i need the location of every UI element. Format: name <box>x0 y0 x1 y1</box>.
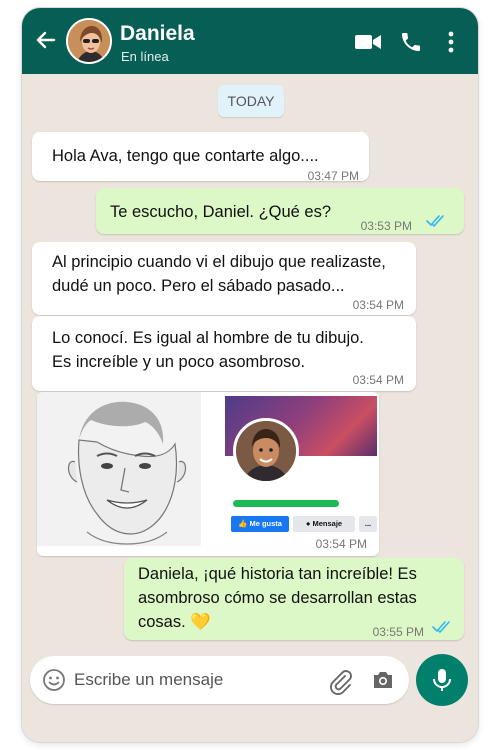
contact-name[interactable]: Daniela <box>120 22 195 46</box>
emoji-icon[interactable] <box>42 668 66 692</box>
message-text: Hola Ava, tengo que contarte algo.... <box>52 144 319 168</box>
message-time: 03:53 PM <box>360 219 412 233</box>
back-arrow-icon[interactable] <box>34 28 58 52</box>
message-time: 03:47 PM <box>307 169 359 183</box>
microphone-icon <box>433 669 451 691</box>
messenger-icon: ● <box>305 519 313 528</box>
outgoing-message[interactable]: Daniela, ¡qué historia tan increíble! Es… <box>124 558 464 640</box>
contact-status: En línea <box>121 49 169 64</box>
profile-progress-bar <box>233 500 339 507</box>
incoming-message[interactable]: Lo conocí. Es igual al hombre de tu dibu… <box>32 316 416 391</box>
message-button[interactable]: ● Mensaje <box>293 516 355 532</box>
video-call-icon[interactable] <box>354 30 382 54</box>
double-check-icon <box>426 215 444 227</box>
message-line: Lo conocí. Es igual al hombre de tu dibu… <box>52 329 364 347</box>
message-line: Es increíble y un poco asombroso. <box>52 353 306 371</box>
message-input[interactable]: Escribe un mensaje <box>74 670 223 690</box>
date-divider: TODAY <box>218 85 284 117</box>
message-line: Daniela, ¡qué historia tan increíble! Es <box>138 565 417 583</box>
phone-icon[interactable] <box>399 30 423 54</box>
like-button[interactable]: 👍 Me gusta <box>231 516 289 532</box>
profile-screenshot[interactable]: 👍 Me gusta ● Mensaje ... <box>225 396 377 532</box>
message-composer[interactable]: Escribe un mensaje <box>30 656 409 704</box>
more-options-icon[interactable] <box>446 30 456 54</box>
message-line-text: cosas. <box>138 613 186 631</box>
message-line: asombroso cómo se desarrollan estas <box>138 589 417 607</box>
contact-avatar[interactable] <box>66 18 112 64</box>
yellow-heart-emoji: 💛 <box>190 613 211 631</box>
chat-header: Daniela En línea <box>22 8 478 74</box>
message-time: 03:55 PM <box>372 625 424 639</box>
image-message[interactable]: 👍 Me gusta ● Mensaje ... 03:54 PM <box>37 392 379 556</box>
pencil-sketch-image[interactable] <box>37 392 201 546</box>
message-time: 03:54 PM <box>352 373 404 387</box>
message-text: Al principio cuando vi el dibujo que rea… <box>52 250 386 298</box>
camera-icon[interactable] <box>371 668 395 692</box>
thumbs-up-icon: 👍 <box>238 519 250 528</box>
message-line: Hola Ava, tengo que contarte algo.... <box>52 147 319 165</box>
incoming-message[interactable]: Hola Ava, tengo que contarte algo.... 03… <box>32 132 369 183</box>
profile-photo <box>233 418 299 484</box>
incoming-message[interactable]: Al principio cuando vi el dibujo que rea… <box>32 242 416 315</box>
message-button-label: Mensaje <box>312 519 343 528</box>
like-button-label: Me gusta <box>249 519 282 528</box>
message-line: Al principio cuando vi el dibujo que rea… <box>52 253 386 271</box>
message-time: 03:54 PM <box>352 298 404 312</box>
chat-screen: Daniela En línea TODAY Hola Ava, tengo q… <box>22 8 478 742</box>
message-time: 03:54 PM <box>315 537 367 551</box>
message-text: Lo conocí. Es igual al hombre de tu dibu… <box>52 326 364 374</box>
outgoing-message[interactable]: Te escucho, Daniel. ¿Qué es? 03:53 PM <box>96 188 464 234</box>
message-line: dudé un poco. Pero el sábado pasado... <box>52 277 345 295</box>
profile-more-button[interactable]: ... <box>359 516 377 532</box>
microphone-button[interactable] <box>416 654 468 706</box>
message-text: Te escucho, Daniel. ¿Qué es? <box>110 200 331 224</box>
double-check-icon <box>432 621 450 633</box>
attachment-icon[interactable] <box>326 667 354 695</box>
message-line: Te escucho, Daniel. ¿Qué es? <box>110 203 332 221</box>
